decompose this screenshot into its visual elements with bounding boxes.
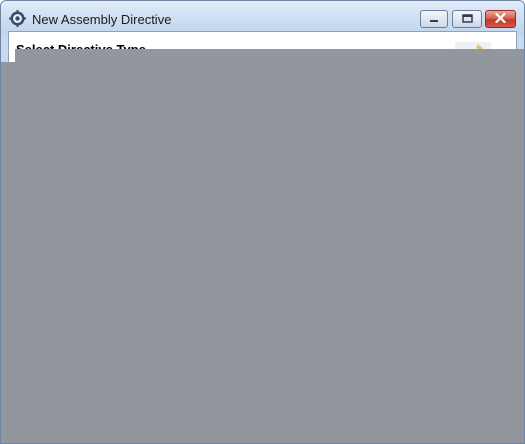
gray-overlay-left xyxy=(1,62,15,443)
title-bar[interactable]: New Assembly Directive xyxy=(1,1,524,35)
minimize-button[interactable] xyxy=(420,10,448,28)
window-title: New Assembly Directive xyxy=(32,12,172,27)
gray-overlay xyxy=(15,49,524,443)
close-icon xyxy=(495,10,506,28)
maximize-icon xyxy=(461,10,473,28)
gear-icon xyxy=(9,10,26,27)
dialog-window: New Assembly Directive Select Directive … xyxy=(0,0,525,444)
close-button[interactable] xyxy=(485,10,516,28)
maximize-button[interactable] xyxy=(452,10,482,28)
minimize-icon xyxy=(429,10,439,28)
